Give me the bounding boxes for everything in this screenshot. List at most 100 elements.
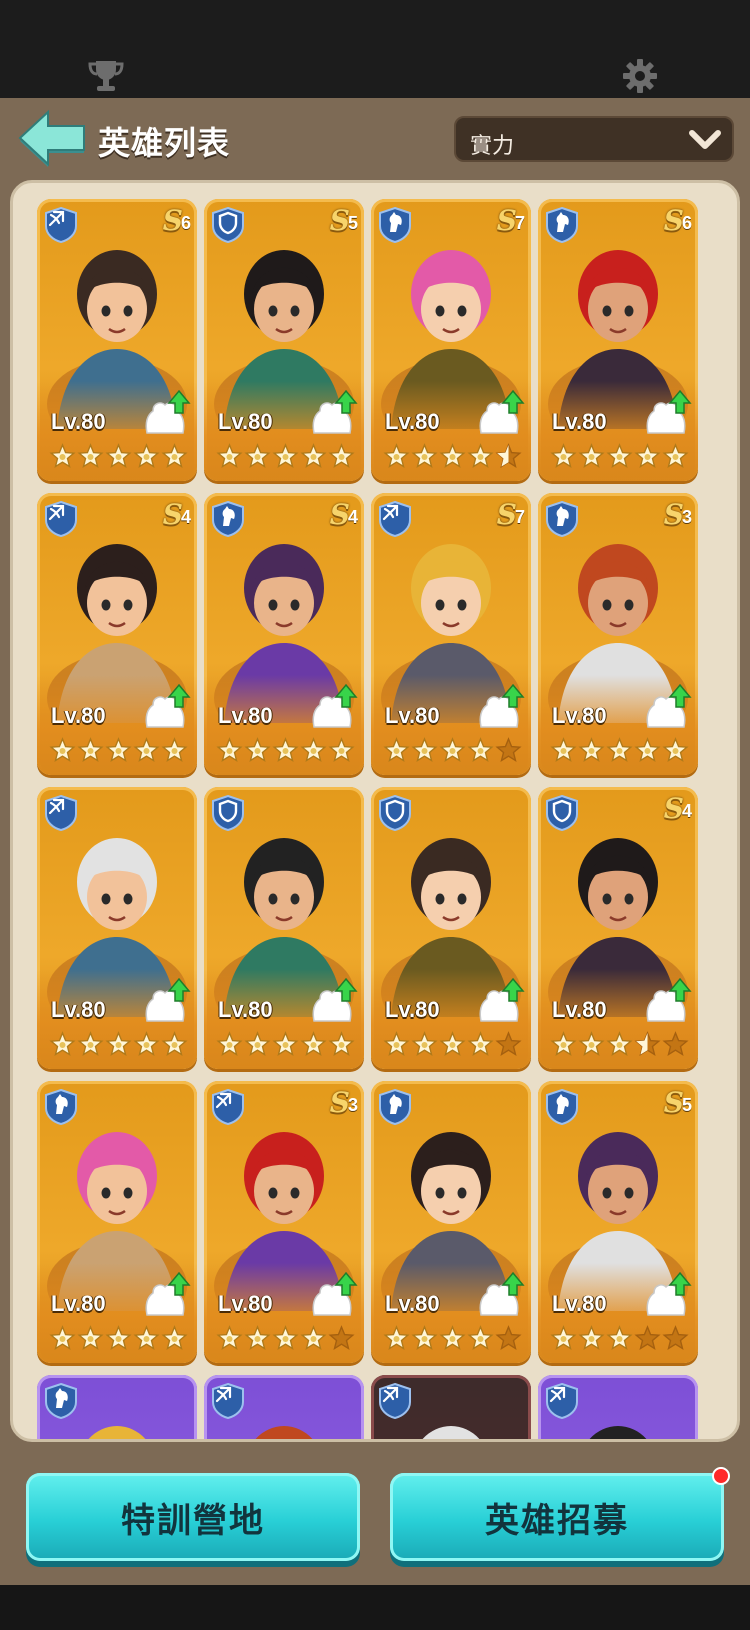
hero-card[interactable]: S 5 Lv.80 — [204, 199, 364, 481]
hero-card[interactable]: S 6 Lv.80 — [538, 199, 698, 481]
sort-dropdown[interactable]: 實力 — [454, 116, 734, 162]
star-icon — [467, 737, 494, 762]
upgrade-arrow-icon — [141, 389, 191, 435]
star-icon — [383, 1031, 410, 1056]
star-icon — [272, 737, 299, 762]
hero-card[interactable]: Lv.80 — [371, 1081, 531, 1363]
upgrade-arrow-icon — [141, 683, 191, 729]
trophy-icon[interactable] — [86, 56, 126, 96]
star-rating — [216, 443, 355, 470]
rank-badge: S 5 — [329, 203, 358, 237]
hero-level: Lv.80 — [51, 409, 106, 434]
star-rating — [550, 1031, 689, 1058]
hero-card[interactable] — [37, 1375, 197, 1439]
training-camp-button[interactable]: 特訓營地 — [26, 1473, 360, 1561]
back-arrow-icon[interactable] — [16, 108, 88, 168]
star-icon — [550, 443, 577, 468]
upgrade-arrow-icon — [308, 389, 358, 435]
upgrade-arrow-icon — [475, 977, 525, 1023]
hero-card[interactable]: S 6 Lv.80 — [37, 199, 197, 481]
upgrade-arrow-icon — [141, 1271, 191, 1317]
rank-badge: S 6 — [162, 203, 191, 237]
rank-letter: S — [162, 497, 183, 531]
hero-level: Lv.80 — [385, 997, 440, 1022]
star-icon — [383, 737, 410, 762]
hero-card[interactable]: Lv.80 — [204, 787, 364, 1069]
star-icon — [244, 443, 271, 468]
star-icon — [467, 443, 494, 468]
hero-list[interactable]: S 6 Lv.80 S 5 Lv.80 S 7 Lv.80 S 6 Lv.80 … — [10, 180, 740, 1442]
rank-letter: S — [329, 497, 350, 531]
rank-number: 7 — [514, 212, 525, 233]
hero-card[interactable] — [204, 1375, 364, 1439]
star-icon — [578, 443, 605, 468]
star-icon — [606, 1325, 633, 1350]
upgrade-arrow-icon — [642, 389, 692, 435]
star-rating — [49, 1031, 188, 1058]
horse-class-icon — [45, 1088, 77, 1126]
hero-card[interactable]: S 4 Lv.80 — [204, 493, 364, 775]
hero-card[interactable]: S 4 Lv.80 — [538, 787, 698, 1069]
shield-class-icon — [379, 794, 411, 832]
rank-number: 6 — [180, 212, 191, 233]
hero-card[interactable]: S 7 Lv.80 — [371, 493, 531, 775]
rank-letter: S — [329, 203, 350, 237]
star-rating — [383, 1031, 522, 1058]
star-icon — [634, 1325, 661, 1350]
hero-recruit-button[interactable]: 英雄招募 — [390, 1467, 730, 1561]
star-icon — [49, 737, 76, 762]
star-rating — [550, 443, 689, 470]
star-rating — [49, 443, 188, 470]
star-icon — [495, 737, 522, 762]
hero-card[interactable] — [538, 1375, 698, 1439]
hero-card[interactable] — [371, 1375, 531, 1439]
star-rating — [550, 737, 689, 764]
star-icon — [550, 1325, 577, 1350]
star-icon — [634, 443, 661, 468]
hero-card[interactable]: S 7 Lv.80 — [371, 199, 531, 481]
horse-class-icon — [546, 1088, 578, 1126]
training-camp-label: 特訓營地 — [121, 1501, 265, 1540]
horse-class-icon — [546, 500, 578, 538]
star-icon — [328, 1031, 355, 1056]
hero-level: Lv.80 — [385, 409, 440, 434]
star-icon — [467, 1325, 494, 1350]
star-rating — [383, 1325, 522, 1352]
bottom-strip — [0, 1585, 750, 1630]
star-icon — [216, 443, 243, 468]
star-icon — [662, 443, 689, 468]
crossbow-class-icon — [379, 500, 411, 538]
rank-number: 5 — [347, 212, 358, 233]
rank-letter: S — [162, 203, 183, 237]
rank-letter: S — [329, 1085, 350, 1119]
hero-card[interactable]: S 3 Lv.80 — [538, 493, 698, 775]
star-icon — [467, 1031, 494, 1056]
star-icon — [328, 443, 355, 468]
star-icon — [49, 443, 76, 468]
star-icon — [578, 1325, 605, 1350]
hero-card[interactable]: S 5 Lv.80 — [538, 1081, 698, 1363]
hero-card[interactable]: S 3 Lv.80 — [204, 1081, 364, 1363]
hero-level: Lv.80 — [552, 703, 607, 728]
hero-recruit-label: 英雄招募 — [485, 1501, 629, 1540]
star-rating — [49, 1325, 188, 1352]
star-icon — [634, 1031, 661, 1056]
star-rating — [383, 737, 522, 764]
hero-card[interactable]: S 4 Lv.80 — [37, 493, 197, 775]
rank-letter: S — [663, 203, 684, 237]
hero-list-screen: 英雄列表 實力 S 6 Lv.80 S 5 Lv.80 S 7 Lv.80 S … — [0, 0, 750, 1630]
star-icon — [161, 1325, 188, 1350]
gear-icon[interactable] — [620, 56, 660, 96]
star-icon — [439, 443, 466, 468]
rank-number: 6 — [681, 212, 692, 233]
upgrade-arrow-icon — [308, 1271, 358, 1317]
hero-card[interactable]: Lv.80 — [37, 1081, 197, 1363]
star-rating — [49, 737, 188, 764]
rank-badge: S 3 — [664, 498, 692, 531]
hero-card[interactable]: Lv.80 — [37, 787, 197, 1069]
star-icon — [244, 1031, 271, 1056]
hero-card[interactable]: Lv.80 — [371, 787, 531, 1069]
top-bar — [0, 0, 750, 98]
star-rating — [216, 1031, 355, 1058]
star-icon — [300, 443, 327, 468]
